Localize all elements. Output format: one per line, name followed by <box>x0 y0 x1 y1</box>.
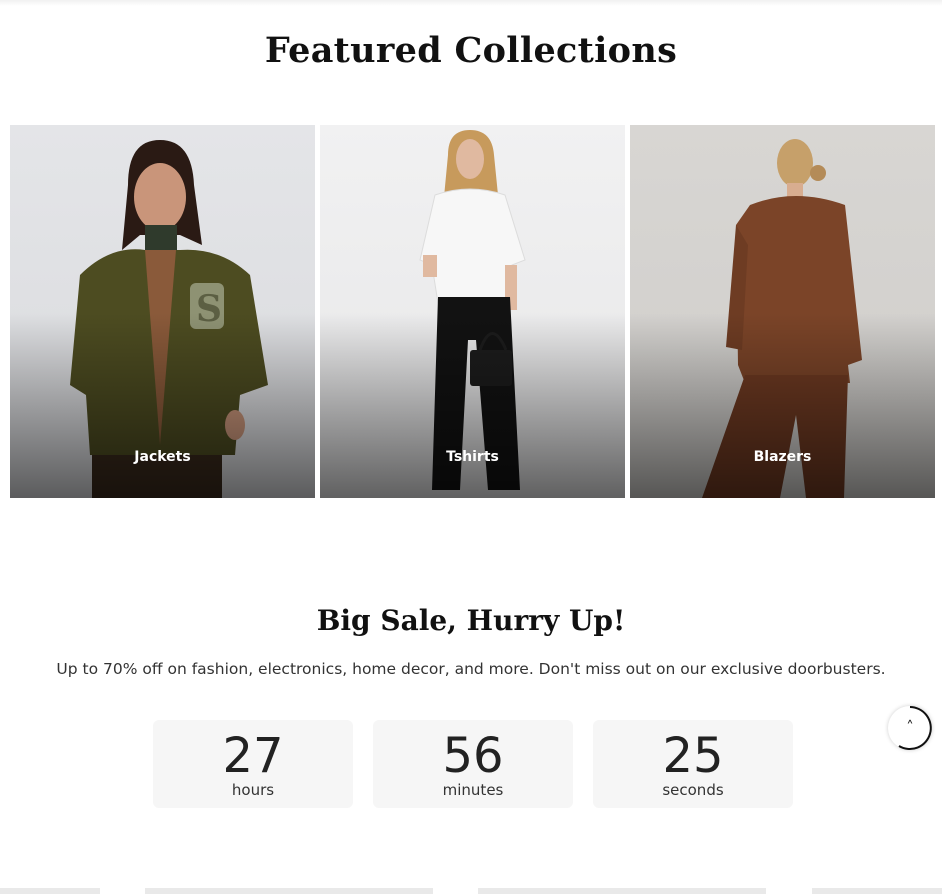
collection-label[interactable]: Tshirts <box>320 449 625 465</box>
countdown-unit: seconds <box>662 781 724 799</box>
countdown-value: 56 <box>442 728 504 784</box>
product-card-edge <box>0 888 100 894</box>
countdown-unit: minutes <box>442 781 504 799</box>
collection-card-blazers[interactable]: Blazers <box>630 125 935 498</box>
product-card-edge <box>478 888 766 894</box>
product-card-edge <box>812 888 942 894</box>
collection-label[interactable]: Jackets <box>10 449 315 465</box>
card-overlay <box>10 313 315 498</box>
countdown-value: 27 <box>222 728 284 784</box>
sale-description: Up to 70% off on fashion, electronics, h… <box>56 660 886 678</box>
countdown-minutes: 56 minutes <box>373 720 573 808</box>
card-overlay <box>320 313 625 498</box>
featured-collections-title: Featured Collections <box>264 30 678 71</box>
card-overlay <box>630 313 935 498</box>
product-card-edge <box>145 888 433 894</box>
sale-title: Big Sale, Hurry Up! <box>316 604 626 637</box>
countdown-unit: hours <box>231 781 275 799</box>
collection-label[interactable]: Blazers <box>630 449 935 465</box>
scroll-to-top-button[interactable]: ˄ <box>888 706 932 750</box>
double-chevron-up-icon: ˄ <box>906 718 914 736</box>
countdown-hours: 27 hours <box>153 720 353 808</box>
collection-card-tshirts[interactable]: Tshirts <box>320 125 625 498</box>
countdown-value: 25 <box>662 728 724 784</box>
header-shadow <box>0 0 942 6</box>
collection-card-jackets[interactable]: S Jackets <box>10 125 315 498</box>
countdown-seconds: 25 seconds <box>593 720 793 808</box>
